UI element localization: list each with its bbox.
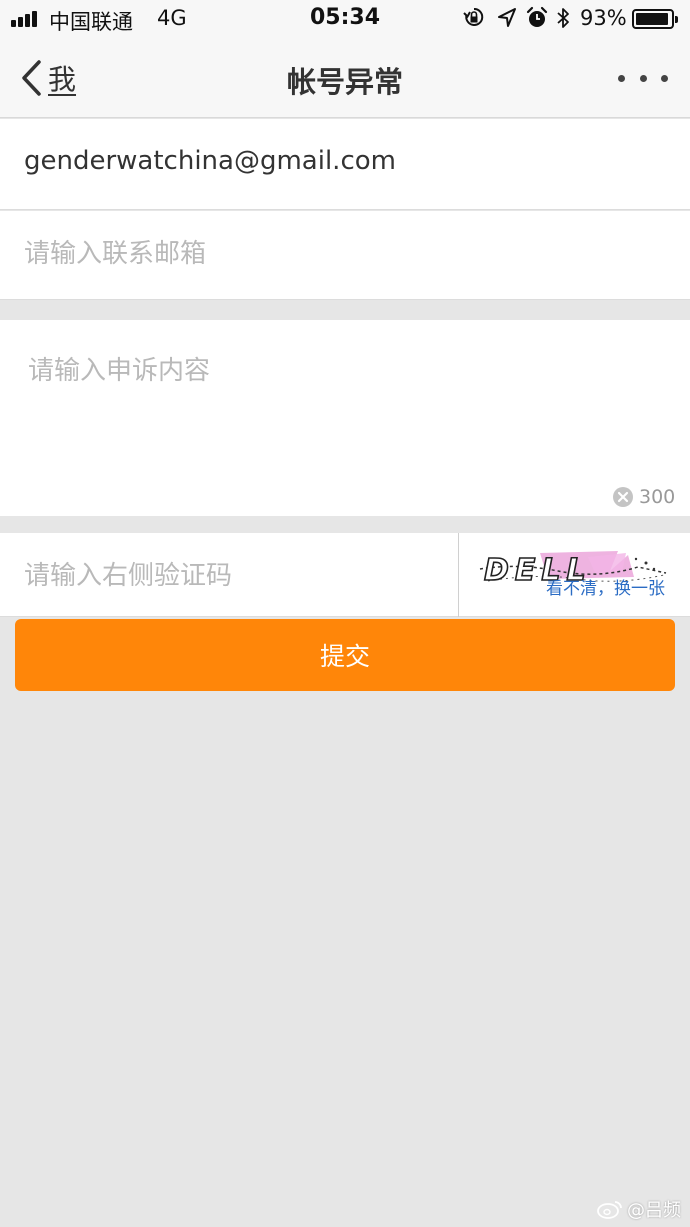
watermark-text: @吕频 bbox=[627, 1200, 681, 1221]
weibo-icon bbox=[597, 1201, 622, 1219]
appeal-content-input[interactable] bbox=[28, 350, 658, 470]
watermark: @吕频 bbox=[597, 1196, 681, 1222]
battery-fill bbox=[636, 13, 668, 25]
appeal-content-box: 300 bbox=[0, 320, 690, 516]
divider bbox=[458, 533, 459, 617]
bluetooth-icon bbox=[557, 8, 569, 28]
clear-icon[interactable] bbox=[612, 486, 634, 508]
location-icon bbox=[498, 8, 516, 27]
char-counter: 300 bbox=[612, 486, 675, 508]
captcha-row: DELL 看不清，换一张 bbox=[0, 533, 690, 617]
status-bar: 中国联通 4G 05:34 93% bbox=[0, 0, 690, 38]
alarm-icon bbox=[526, 6, 548, 27]
contact-email-input[interactable] bbox=[24, 239, 664, 269]
captcha-input[interactable] bbox=[24, 561, 444, 591]
email-row bbox=[0, 119, 690, 210]
captcha-refresh-link[interactable]: 看不清，换一张 bbox=[546, 574, 665, 599]
status-icons bbox=[463, 6, 573, 32]
page-title: 帐号异常 bbox=[286, 65, 403, 99]
battery-percent: 93% bbox=[580, 6, 627, 30]
char-limit: 300 bbox=[639, 486, 676, 508]
navigation-bar: 我 帐号异常 bbox=[0, 38, 690, 118]
more-dots-icon[interactable] bbox=[618, 66, 668, 90]
submit-button[interactable]: 提交 bbox=[15, 619, 675, 691]
contact-row bbox=[0, 211, 690, 300]
battery-icon bbox=[632, 9, 678, 29]
rotation-lock-icon bbox=[463, 7, 484, 26]
email-field[interactable] bbox=[24, 146, 664, 176]
